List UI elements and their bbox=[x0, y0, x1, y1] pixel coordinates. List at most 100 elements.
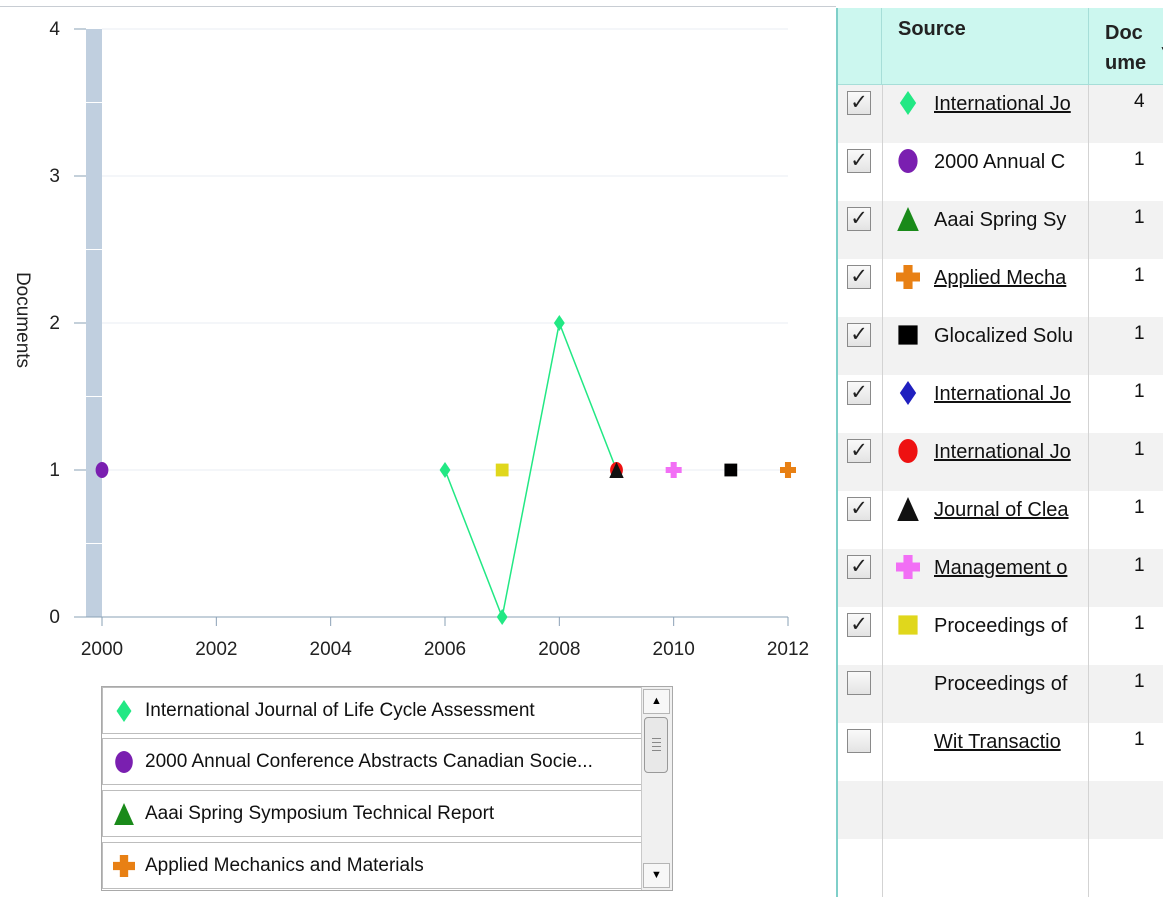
document-count: 1 bbox=[1134, 207, 1145, 228]
legend-label: Applied Mechanics and Materials bbox=[145, 854, 424, 876]
legend-label: 2000 Annual Conference Abstracts Canadia… bbox=[145, 750, 593, 772]
document-count: 4 bbox=[1134, 91, 1145, 112]
chart-legend: International Journal of Life Cycle Asse… bbox=[101, 686, 673, 891]
legend-label: International Journal of Life Cycle Asse… bbox=[145, 699, 535, 721]
table-row[interactable]: ✓ Journal of Clea 1 bbox=[838, 491, 1163, 549]
row-checkbox[interactable]: ✓ bbox=[847, 207, 871, 231]
data-point[interactable] bbox=[495, 463, 509, 477]
source-name[interactable]: International Jo bbox=[934, 383, 1089, 406]
table-row[interactable]: ✓ 2000 Annual C 1 bbox=[838, 143, 1163, 201]
row-checkbox[interactable] bbox=[847, 729, 871, 753]
source-name[interactable]: International Jo bbox=[934, 93, 1089, 116]
data-point[interactable] bbox=[439, 462, 451, 478]
row-checkbox[interactable]: ✓ bbox=[847, 555, 871, 579]
column-divider bbox=[1088, 85, 1089, 897]
y-tick-label: 2 bbox=[49, 313, 60, 334]
scroll-down-arrow-icon[interactable]: ▼ bbox=[643, 863, 670, 888]
document-count: 1 bbox=[1134, 613, 1145, 634]
document-count: 1 bbox=[1134, 381, 1145, 402]
table-row[interactable]: Proceedings of 1 bbox=[838, 665, 1163, 723]
document-count: 1 bbox=[1134, 323, 1145, 344]
source-name[interactable]: Management o bbox=[934, 557, 1089, 580]
y-tick-label: 1 bbox=[49, 460, 60, 481]
data-point[interactable] bbox=[496, 609, 508, 625]
document-count: 1 bbox=[1134, 265, 1145, 286]
source-name: Proceedings of bbox=[934, 673, 1068, 695]
table-row[interactable]: ✓ International Jo 1 bbox=[838, 433, 1163, 491]
sort-arrow-icon[interactable]: ▼ bbox=[1159, 35, 1163, 65]
legend-item[interactable]: 2000 Annual Conference Abstracts Canadia… bbox=[102, 738, 642, 785]
row-checkbox[interactable] bbox=[847, 671, 871, 695]
documents-header-line1: Doc bbox=[1105, 22, 1143, 44]
source-marker bbox=[897, 207, 919, 231]
legend-marker bbox=[115, 750, 133, 773]
legend-marker-icon bbox=[103, 843, 145, 889]
grip-line bbox=[652, 738, 661, 739]
legend-marker-icon bbox=[103, 739, 145, 785]
document-count: 1 bbox=[1134, 497, 1145, 518]
document-count: 1 bbox=[1134, 555, 1145, 576]
row-checkbox[interactable]: ✓ bbox=[847, 323, 871, 347]
scrollbar-thumb[interactable] bbox=[644, 717, 668, 773]
source-marker bbox=[896, 555, 920, 579]
row-checkbox[interactable]: ✓ bbox=[847, 91, 871, 115]
row-checkbox[interactable]: ✓ bbox=[847, 265, 871, 289]
table-row[interactable]: ✓ Glocalized Solu 1 bbox=[838, 317, 1163, 375]
source-marker-icon bbox=[892, 493, 924, 525]
source-name: Proceedings of bbox=[934, 615, 1068, 637]
source-marker-icon bbox=[892, 435, 924, 467]
source-marker bbox=[898, 615, 918, 635]
table-row[interactable]: ✓ International Jo 4 bbox=[838, 85, 1163, 143]
row-checkbox[interactable]: ✓ bbox=[847, 381, 871, 405]
y-tick-label: 4 bbox=[49, 19, 60, 40]
source-marker-icon bbox=[892, 377, 924, 409]
data-point[interactable] bbox=[95, 462, 109, 478]
sources-table: Source Doc ume ▼ ✓ International Jo 4 ✓ 2000… bbox=[836, 8, 1163, 897]
grip-line bbox=[652, 742, 661, 743]
table-row[interactable]: ✓ Management o 1 bbox=[838, 549, 1163, 607]
legend-marker bbox=[113, 854, 135, 877]
source-marker-icon bbox=[892, 145, 924, 177]
legend-item[interactable]: International Journal of Life Cycle Asse… bbox=[102, 687, 642, 734]
scroll-up-arrow-icon[interactable]: ▲ bbox=[643, 689, 670, 714]
y-axis-label: Documents bbox=[12, 272, 33, 368]
x-tick-label: 2002 bbox=[195, 639, 237, 660]
data-point[interactable] bbox=[665, 462, 682, 478]
table-row[interactable]: Wit Transactio 1 bbox=[838, 723, 1163, 781]
x-tick-label: 2006 bbox=[424, 639, 466, 660]
table-row[interactable]: ✓ Proceedings of 1 bbox=[838, 607, 1163, 665]
data-point[interactable] bbox=[724, 463, 738, 477]
table-row[interactable]: ✓ International Jo 1 bbox=[838, 375, 1163, 433]
x-tick-label: 2012 bbox=[767, 639, 809, 660]
source-name[interactable]: Applied Mecha bbox=[934, 267, 1089, 290]
x-tick-label: 2010 bbox=[653, 639, 695, 660]
empty-table-row bbox=[838, 839, 1163, 897]
legend-scrollbar[interactable]: ▲ ▼ bbox=[641, 687, 672, 890]
legend-item[interactable]: Aaai Spring Symposium Technical Report bbox=[102, 790, 642, 837]
source-name: Glocalized Solu bbox=[934, 325, 1073, 347]
source-column-header[interactable]: Source bbox=[882, 8, 1089, 85]
legend-label: Aaai Spring Symposium Technical Report bbox=[145, 802, 495, 824]
legend-marker-icon bbox=[103, 688, 145, 734]
row-checkbox[interactable]: ✓ bbox=[847, 613, 871, 637]
source-name: Aaai Spring Sy bbox=[934, 209, 1067, 231]
legend-marker bbox=[116, 699, 132, 722]
source-name[interactable]: International Jo bbox=[934, 441, 1089, 464]
legend-marker bbox=[114, 802, 134, 825]
source-name[interactable]: Journal of Clea bbox=[934, 499, 1089, 522]
source-name[interactable]: Wit Transactio bbox=[934, 731, 1089, 754]
x-tick-label: 2000 bbox=[81, 639, 123, 660]
legend-item[interactable]: Applied Mechanics and Materials bbox=[102, 842, 642, 889]
source-marker-icon bbox=[892, 87, 924, 119]
table-row[interactable]: ✓ Aaai Spring Sy 1 bbox=[838, 201, 1163, 259]
source-marker bbox=[897, 497, 919, 521]
document-count: 1 bbox=[1134, 671, 1145, 692]
row-checkbox[interactable]: ✓ bbox=[847, 439, 871, 463]
data-point[interactable] bbox=[780, 462, 797, 478]
row-checkbox[interactable]: ✓ bbox=[847, 149, 871, 173]
table-row[interactable]: ✓ Applied Mecha 1 bbox=[838, 259, 1163, 317]
source-marker bbox=[899, 381, 917, 405]
row-checkbox[interactable]: ✓ bbox=[847, 497, 871, 521]
data-point[interactable] bbox=[553, 315, 565, 331]
documents-column-header[interactable]: Doc ume ▼ bbox=[1089, 8, 1163, 85]
